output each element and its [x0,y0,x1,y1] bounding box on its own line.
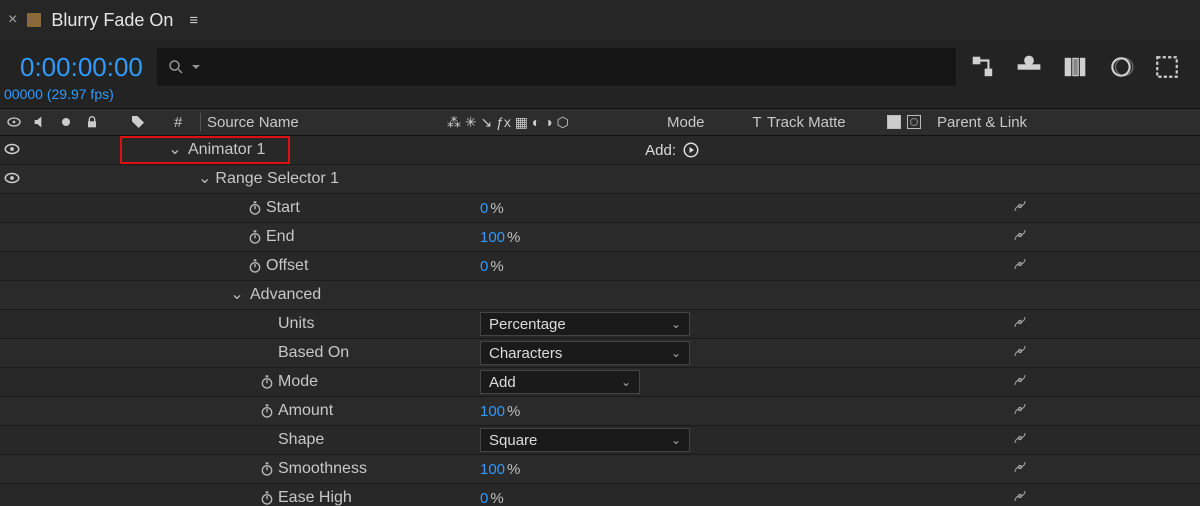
video-column-icon[interactable] [6,114,22,130]
easehigh-label: Ease High [278,489,352,506]
mode-label: Mode [278,373,318,391]
chevron-down-icon: ⌄ [671,433,681,447]
frame-blend-icon[interactable] [1062,54,1088,80]
mode-dropdown[interactable]: Add⌄ [480,370,640,394]
stopwatch-icon[interactable] [256,403,278,419]
timeline-panel: × Blurry Fade On ≡ 0:00:00:00 00000 (29.… [0,0,1200,506]
end-value[interactable]: 100 [480,229,505,246]
start-value[interactable]: 0 [480,200,488,217]
end-property-row[interactable]: End 100% [0,223,1200,252]
stopwatch-icon[interactable] [244,229,266,245]
twirl-down-icon[interactable] [198,171,211,187]
stopwatch-icon[interactable] [244,200,266,216]
panel-menu-icon[interactable]: ≡ [189,12,198,29]
tab-bar: × Blurry Fade On ≡ [0,0,1200,40]
lock-column-icon[interactable] [84,114,100,130]
expression-pickwhip-icon[interactable] [1010,370,1030,394]
animator-group-row[interactable]: Animator 1 Add: [0,136,1200,165]
visibility-eye-icon[interactable] [3,140,21,158]
animator-label[interactable]: Animator 1 [188,141,265,159]
basedon-property-row[interactable]: Based On Characters⌄ [0,339,1200,368]
timeline-search-input[interactable] [157,48,956,86]
expression-pickwhip-icon[interactable] [1010,486,1030,506]
label-column-icon[interactable] [130,114,146,130]
switches-column-icons: ⁂ ✳ ↘ ƒx ▦ ◐ ◑ ⬡ [447,114,647,131]
expression-pickwhip-icon[interactable] [1010,225,1030,249]
units-property-row[interactable]: Units Percentage⌄ [0,310,1200,339]
chevron-down-icon: ⌄ [671,317,681,331]
offset-property-row[interactable]: Offset 0% [0,252,1200,281]
advanced-label[interactable]: Advanced [250,286,321,304]
easehigh-value[interactable]: 0 [480,490,488,506]
tab-title[interactable]: Blurry Fade On [51,10,173,31]
mode-property-row[interactable]: Mode Add⌄ [0,368,1200,397]
range-selector-row[interactable]: Range Selector 1 [0,165,1200,194]
expression-pickwhip-icon[interactable] [1010,341,1030,365]
current-timecode[interactable]: 0:00:00:00 [20,52,143,83]
chevron-down-icon: ⌄ [671,346,681,360]
shape-dropdown[interactable]: Square⌄ [480,428,690,452]
preserve-transparency-column-header[interactable]: T [747,114,767,131]
add-label: Add: [645,142,676,159]
amount-property-row[interactable]: Amount 100% [0,397,1200,426]
offset-label: Offset [266,257,308,275]
audio-column-icon[interactable] [32,114,48,130]
visibility-eye-icon[interactable] [3,169,21,187]
column-header: # Source Name ⁂ ✳ ↘ ƒx ▦ ◐ ◑ ⬡ Mode T Tr… [0,108,1200,136]
index-column-header[interactable]: # [174,114,194,131]
track-matte-column-header[interactable]: Track Matte [767,114,887,131]
expression-pickwhip-icon[interactable] [1010,428,1030,452]
tab-close-icon[interactable]: × [8,11,17,29]
advanced-group-row[interactable]: Advanced [0,281,1200,310]
source-name-column-header[interactable]: Source Name [207,114,447,131]
smoothness-value[interactable]: 100 [480,461,505,478]
stopwatch-icon[interactable] [256,490,278,506]
toggle-modes-icon[interactable] [907,115,921,129]
stopwatch-icon[interactable] [256,461,278,477]
amount-label: Amount [278,402,333,420]
twirl-down-icon[interactable] [228,287,246,303]
timeline-header: 0:00:00:00 [0,40,1200,90]
add-menu-icon[interactable] [682,141,700,159]
timeline-tool-icons [970,54,1180,80]
units-label: Units [278,315,314,333]
parent-link-column-header[interactable]: Parent & Link [937,114,1200,131]
stopwatch-icon[interactable] [256,374,278,390]
mode-column-header[interactable]: Mode [667,114,747,131]
start-property-row[interactable]: Start 0% [0,194,1200,223]
comp-flowchart-icon[interactable] [970,54,996,80]
solo-column-icon[interactable] [58,114,74,130]
stopwatch-icon[interactable] [244,258,266,274]
basedon-label: Based On [278,344,349,362]
range-selector-label[interactable]: Range Selector 1 [215,170,339,188]
frame-count: 00000 (29.97 fps) [0,86,1200,102]
motion-blur-icon[interactable] [1108,54,1134,80]
basedon-dropdown[interactable]: Characters⌄ [480,341,690,365]
expression-pickwhip-icon[interactable] [1010,457,1030,481]
offset-value[interactable]: 0 [480,258,488,275]
shape-property-row[interactable]: Shape Square⌄ [0,426,1200,455]
twirl-down-icon[interactable] [166,142,184,158]
search-icon [167,58,185,76]
shape-label: Shape [278,431,324,449]
expression-pickwhip-icon[interactable] [1010,399,1030,423]
chevron-down-icon: ⌄ [621,375,631,389]
smoothness-property-row[interactable]: Smoothness 100% [0,455,1200,484]
smoothness-label: Smoothness [278,460,367,478]
property-rows: Animator 1 Add: Range Selector 1 Start 0… [0,136,1200,506]
search-dropdown-icon[interactable] [191,62,201,72]
units-dropdown[interactable]: Percentage⌄ [480,312,690,336]
expression-pickwhip-icon[interactable] [1010,254,1030,278]
start-label: Start [266,199,300,217]
animator-add-menu[interactable]: Add: [645,141,700,159]
amount-value[interactable]: 100 [480,403,505,420]
comp-color-swatch [27,13,41,27]
easehigh-property-row[interactable]: Ease High 0% [0,484,1200,506]
toggle-switches-icon[interactable] [887,115,901,129]
expression-pickwhip-icon[interactable] [1010,312,1030,336]
graph-editor-icon[interactable] [1154,54,1180,80]
render-queue-icon[interactable] [1016,54,1042,80]
end-label: End [266,228,294,246]
expression-pickwhip-icon[interactable] [1010,196,1030,220]
